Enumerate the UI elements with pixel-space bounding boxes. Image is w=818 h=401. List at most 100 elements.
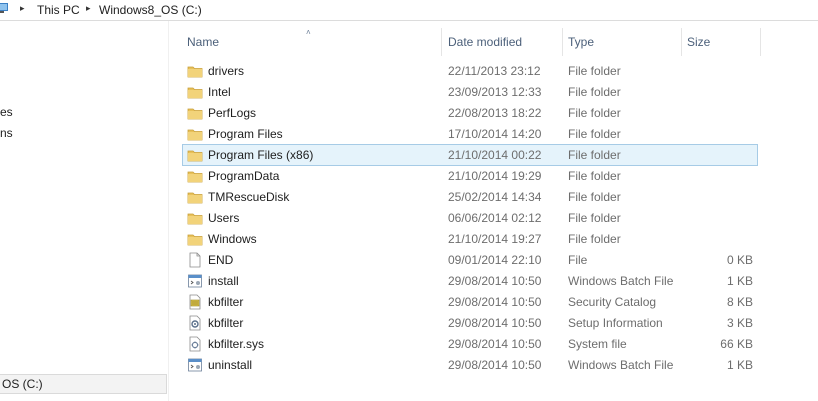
security-catalog-icon: [187, 294, 203, 310]
setup-info-icon: [187, 315, 203, 331]
file-name: Program Files: [208, 127, 283, 141]
folder-icon: [187, 84, 203, 100]
folder-icon: [187, 147, 203, 163]
file-size: 3 KB: [726, 316, 753, 330]
file-size: 1 KB: [726, 274, 753, 288]
file-type: Windows Batch File: [568, 274, 674, 288]
file-name: uninstall: [208, 358, 253, 372]
file-date-modified: 22/08/2013 18:22: [448, 106, 542, 120]
file-date-modified: 21/10/2014 19:27: [448, 232, 542, 246]
file-name: install: [208, 274, 239, 288]
file-row[interactable]: END 09/01/2014 22:10 File 0 KB: [183, 250, 757, 270]
pane-divider[interactable]: [168, 21, 169, 401]
folder-icon: [187, 63, 203, 79]
folder-icon: [187, 168, 203, 184]
file-date-modified: 22/11/2013 23:12: [448, 64, 541, 78]
file-name: PerfLogs: [208, 106, 257, 120]
column-header-type[interactable]: Type: [563, 28, 681, 56]
file-type: System file: [568, 337, 627, 351]
file-size: 66 KB: [720, 337, 753, 351]
system-file-icon: [187, 336, 203, 352]
column-header-name[interactable]: Name: [183, 28, 441, 56]
file-type: File folder: [568, 85, 621, 99]
file-date-modified: 29/08/2014 10:50: [448, 274, 542, 288]
column-header-label: Type: [568, 35, 595, 49]
breadcrumb-separator[interactable]: ▸: [20, 3, 25, 14]
file-size: 1 KB: [726, 358, 753, 372]
file-date-modified: 29/08/2014 10:50: [448, 316, 542, 330]
file-type: File: [568, 253, 588, 267]
file-type: Security Catalog: [568, 295, 657, 309]
file-date-modified: 09/01/2014 22:10: [448, 253, 542, 267]
column-header-label: Date modified: [448, 35, 523, 49]
column-header-label: Size: [687, 35, 711, 49]
file-name: Users: [208, 211, 240, 225]
folder-icon: [187, 210, 203, 226]
nav-item-partial[interactable]: ns: [0, 126, 13, 140]
file-name: kbfilter: [208, 316, 244, 330]
file-size: 0 KB: [726, 253, 753, 267]
breadcrumb-separator[interactable]: ▸: [86, 3, 91, 14]
file-type: File folder: [568, 127, 621, 141]
file-type: Windows Batch File: [568, 358, 674, 372]
file-row[interactable]: drivers 22/11/2013 23:12 File folder: [183, 61, 757, 81]
file-type: File folder: [568, 169, 621, 183]
folder-icon: [187, 105, 203, 121]
folder-icon: [187, 231, 203, 247]
file-date-modified: 23/09/2013 12:33: [448, 85, 542, 99]
file-name: drivers: [208, 64, 245, 78]
folder-icon: [187, 126, 203, 142]
file-type: File folder: [568, 190, 621, 204]
file-type: File folder: [568, 232, 621, 246]
batch-file-icon: [187, 357, 203, 373]
navigation-pane[interactable]: es ns OS (C:): [0, 21, 168, 401]
nav-item-partial[interactable]: es: [0, 105, 13, 119]
nav-item-selected-drive[interactable]: OS (C:): [0, 374, 167, 394]
file-name: kbfilter.sys: [208, 337, 265, 351]
folder-icon: [187, 189, 203, 205]
batch-file-icon: [187, 273, 203, 289]
column-header-label: Name: [187, 35, 220, 49]
file-date-modified: 25/02/2014 14:34: [448, 190, 542, 204]
file-icon: [187, 252, 203, 268]
file-date-modified: 29/08/2014 10:50: [448, 358, 542, 372]
column-header-size[interactable]: Size: [682, 28, 760, 56]
nav-item-label: OS (C:): [2, 377, 43, 391]
file-row[interactable]: kbfilter 29/08/2014 10:50 Security Catalog…: [183, 292, 757, 312]
file-row[interactable]: Users 06/06/2014 02:12 File folder: [183, 208, 757, 228]
file-name: kbfilter: [208, 295, 244, 309]
file-row[interactable]: TMRescueDisk 25/02/2014 14:34 File folder: [183, 187, 757, 207]
breadcrumb-this-pc[interactable]: This PC: [37, 3, 80, 17]
file-row[interactable]: Program Files (x86) 21/10/2014 00:22 File …: [182, 144, 758, 166]
column-separator[interactable]: [760, 28, 761, 56]
file-type: File folder: [568, 148, 621, 162]
file-row[interactable]: install 29/08/2014 10:50 Windows Batch Fil…: [183, 271, 757, 291]
file-row[interactable]: Intel 23/09/2013 12:33 File folder: [183, 82, 757, 102]
file-row[interactable]: uninstall 29/08/2014 10:50 Windows Batch F…: [183, 355, 757, 375]
file-date-modified: 29/08/2014 10:50: [448, 337, 542, 351]
file-date-modified: 06/06/2014 02:12: [448, 211, 542, 225]
file-row[interactable]: kbfilter.sys 29/08/2014 10:50 System file 6…: [183, 334, 757, 354]
file-row[interactable]: Program Files 17/10/2014 14:20 File folder: [183, 124, 757, 144]
file-type: File folder: [568, 106, 621, 120]
file-row[interactable]: Windows 21/10/2014 19:27 File folder: [183, 229, 757, 249]
file-name: END: [208, 253, 234, 267]
file-date-modified: 21/10/2014 00:22: [448, 148, 542, 162]
file-name: ProgramData: [208, 169, 280, 183]
file-type: File folder: [568, 211, 621, 225]
file-name: Windows: [208, 232, 257, 246]
file-name: Intel: [208, 85, 231, 99]
file-name: Program Files (x86): [208, 148, 314, 162]
address-bar[interactable]: ▸ This PC ▸ Windows8_OS (C:): [0, 0, 818, 21]
file-name: TMRescueDisk: [208, 190, 290, 204]
breadcrumb-drive[interactable]: Windows8_OS (C:): [99, 3, 202, 17]
file-row[interactable]: kbfilter 29/08/2014 10:50 Setup Informatio…: [183, 313, 757, 333]
file-type: Setup Information: [568, 316, 663, 330]
file-date-modified: 21/10/2014 19:29: [448, 169, 542, 183]
this-pc-icon: [0, 3, 8, 13]
file-row[interactable]: PerfLogs 22/08/2013 18:22 File folder: [183, 103, 757, 123]
column-header-date[interactable]: Date modified: [442, 28, 562, 56]
file-size: 8 KB: [726, 295, 753, 309]
file-row[interactable]: ProgramData 21/10/2014 19:29 File folder: [183, 166, 757, 186]
file-date-modified: 17/10/2014 14:20: [448, 127, 542, 141]
